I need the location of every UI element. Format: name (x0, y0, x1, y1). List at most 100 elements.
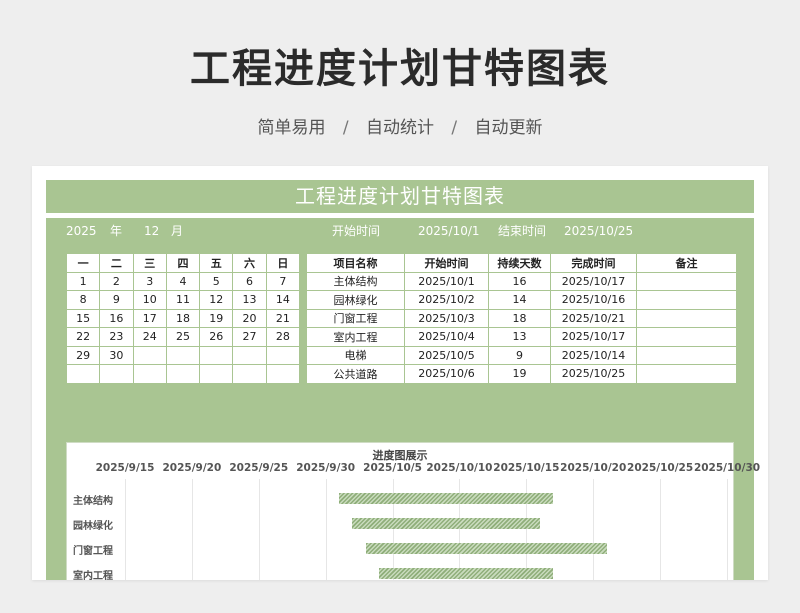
calendar-day-cell[interactable]: 16 (99, 308, 134, 328)
task-cell[interactable]: 2025/10/2 (404, 290, 489, 310)
task-cell[interactable]: 电梯 (306, 345, 405, 365)
tasks-table: 项目名称 开始时间 持续天数 完成时间 备注 主体结构 2025/10/1 16 2025/10… (306, 253, 737, 384)
calendar-day-cell[interactable]: 20 (232, 308, 267, 328)
calendar-day-cell[interactable]: 8 (65, 290, 101, 310)
task-cell[interactable] (636, 271, 737, 291)
calendar-day-cell[interactable]: 25 (165, 327, 201, 347)
calendar-row: 8 9 10 11 12 13 14 (65, 290, 301, 310)
year-unit: 年 (110, 224, 123, 238)
calendar-day-cell[interactable]: 29 (65, 345, 101, 365)
calendar-day-cell[interactable]: 1 (65, 271, 101, 291)
task-cell[interactable]: 2025/10/5 (404, 345, 489, 365)
calendar-day-cell[interactable]: 6 (232, 271, 267, 291)
calendar-day-cell[interactable] (265, 364, 301, 384)
task-cell[interactable]: 2025/10/17 (550, 271, 637, 291)
calendar-day-cell[interactable]: 21 (265, 308, 301, 328)
start-time-value[interactable]: 2025/10/1 (418, 218, 480, 245)
calendar-row: 15 16 17 18 19 20 21 (65, 308, 301, 328)
task-cell[interactable] (636, 327, 737, 347)
calendar-day-cell[interactable]: 2 (99, 271, 134, 291)
calendar-day-cell[interactable]: 7 (265, 271, 301, 291)
calendar-row (65, 364, 301, 384)
task-cell[interactable]: 2025/10/6 (404, 364, 489, 384)
calendar-day-cell[interactable]: 24 (132, 327, 167, 347)
task-cell[interactable] (636, 345, 737, 365)
grid-line (191, 479, 193, 580)
calendar-day-cell[interactable] (132, 345, 167, 365)
task-cell[interactable] (636, 364, 737, 384)
task-cell[interactable]: 16 (488, 271, 551, 291)
task-cell[interactable]: 2025/10/17 (550, 327, 637, 347)
task-cell[interactable]: 13 (488, 327, 551, 347)
calendar-day-cell[interactable]: 4 (165, 271, 201, 291)
calendar-day-cell[interactable] (232, 364, 267, 384)
task-label: 门窗工程 (73, 546, 113, 557)
task-cell[interactable] (636, 308, 737, 328)
task-row: 主体结构 2025/10/1 16 2025/10/17 (306, 271, 737, 291)
task-cell[interactable] (636, 290, 737, 310)
calendar-table: 一二三四五六日 1 2 3 4 5 6 7 8 9 10 11 12 13 14 15 16 17 18 19 20 21… (65, 253, 301, 384)
task-cell[interactable]: 2025/10/3 (404, 308, 489, 328)
calendar-day-cell[interactable]: 13 (232, 290, 267, 310)
calendar-day-cell[interactable] (265, 345, 301, 365)
subtitle-separator: / (451, 118, 458, 138)
calendar-day-cell[interactable]: 12 (199, 290, 234, 310)
task-cell[interactable]: 室内工程 (306, 327, 405, 347)
tasks-header-row: 项目名称 开始时间 持续天数 完成时间 备注 (306, 253, 737, 273)
year-value[interactable]: 2025 (66, 218, 97, 245)
calendar-day-cell[interactable]: 30 (99, 345, 134, 365)
task-cell[interactable]: 2025/10/14 (550, 345, 637, 365)
task-cell[interactable]: 门窗工程 (306, 308, 405, 328)
weekday-cell: 三 (132, 253, 167, 273)
x-tick-label: 2025/9/20 (162, 462, 222, 474)
calendar-day-cell[interactable]: 27 (232, 327, 267, 347)
task-cell[interactable]: 2025/10/4 (404, 327, 489, 347)
subtitle: 简单易用 / 自动统计 / 自动更新 (0, 113, 800, 138)
tasks-header-cell: 开始时间 (404, 253, 489, 273)
task-cell[interactable]: 19 (488, 364, 551, 384)
tasks-header-cell: 备注 (636, 253, 737, 273)
calendar-day-cell[interactable]: 10 (132, 290, 167, 310)
task-cell[interactable]: 2025/10/1 (404, 271, 489, 291)
calendar-day-cell[interactable]: 14 (265, 290, 301, 310)
calendar-day-cell[interactable] (199, 345, 234, 365)
x-tick-label: 2025/10/10 (426, 462, 493, 474)
sheet-banner: 工程进度计划甘特图表 (46, 180, 754, 213)
x-tick-label: 2025/10/15 (493, 462, 560, 474)
calendar-day-cell[interactable]: 18 (165, 308, 201, 328)
gantt-chart: 进度图展示 2025/9/15 2025/9/20 2025/9/25 2025/9/… (66, 442, 760, 580)
calendar-day-cell[interactable]: 15 (65, 308, 101, 328)
calendar-day-cell[interactable]: 5 (199, 271, 234, 291)
task-cell[interactable]: 14 (488, 290, 551, 310)
calendar-day-cell[interactable] (65, 364, 101, 384)
calendar-day-cell[interactable]: 17 (132, 308, 167, 328)
calendar-day-cell[interactable]: 28 (265, 327, 301, 347)
task-row: 室内工程 2025/10/4 13 2025/10/17 (306, 327, 737, 347)
task-cell[interactable]: 公共道路 (306, 364, 405, 384)
task-cell[interactable]: 2025/10/16 (550, 290, 637, 310)
task-cell[interactable]: 2025/10/25 (550, 364, 637, 384)
task-cell[interactable]: 9 (488, 345, 551, 365)
task-cell[interactable]: 园林绿化 (306, 290, 405, 310)
calendar-day-cell[interactable]: 22 (65, 327, 101, 347)
calendar-day-cell[interactable]: 19 (199, 308, 234, 328)
calendar-day-cell[interactable]: 26 (199, 327, 234, 347)
calendar-day-cell[interactable] (99, 364, 134, 384)
calendar-day-cell[interactable]: 3 (132, 271, 167, 291)
calendar-day-cell[interactable] (132, 364, 167, 384)
task-cell[interactable]: 2025/10/21 (550, 308, 637, 328)
calendar-day-cell[interactable] (165, 345, 201, 365)
weekday-cell: 一 (65, 253, 101, 273)
calendar-day-cell[interactable] (232, 345, 267, 365)
calendar-day-cell[interactable] (165, 364, 201, 384)
info-row: 2025 年 12 月 开始时间 2025/10/1 结束时间 2025/10/… (46, 218, 754, 245)
task-cell[interactable]: 18 (488, 308, 551, 328)
end-time-value[interactable]: 2025/10/25 (564, 218, 633, 245)
task-label: 室内工程 (73, 571, 113, 580)
calendar-day-cell[interactable]: 9 (99, 290, 134, 310)
task-cell[interactable]: 主体结构 (306, 271, 405, 291)
calendar-day-cell[interactable]: 11 (165, 290, 201, 310)
month-value[interactable]: 12 (144, 218, 159, 245)
calendar-day-cell[interactable]: 23 (99, 327, 134, 347)
calendar-day-cell[interactable] (199, 364, 234, 384)
